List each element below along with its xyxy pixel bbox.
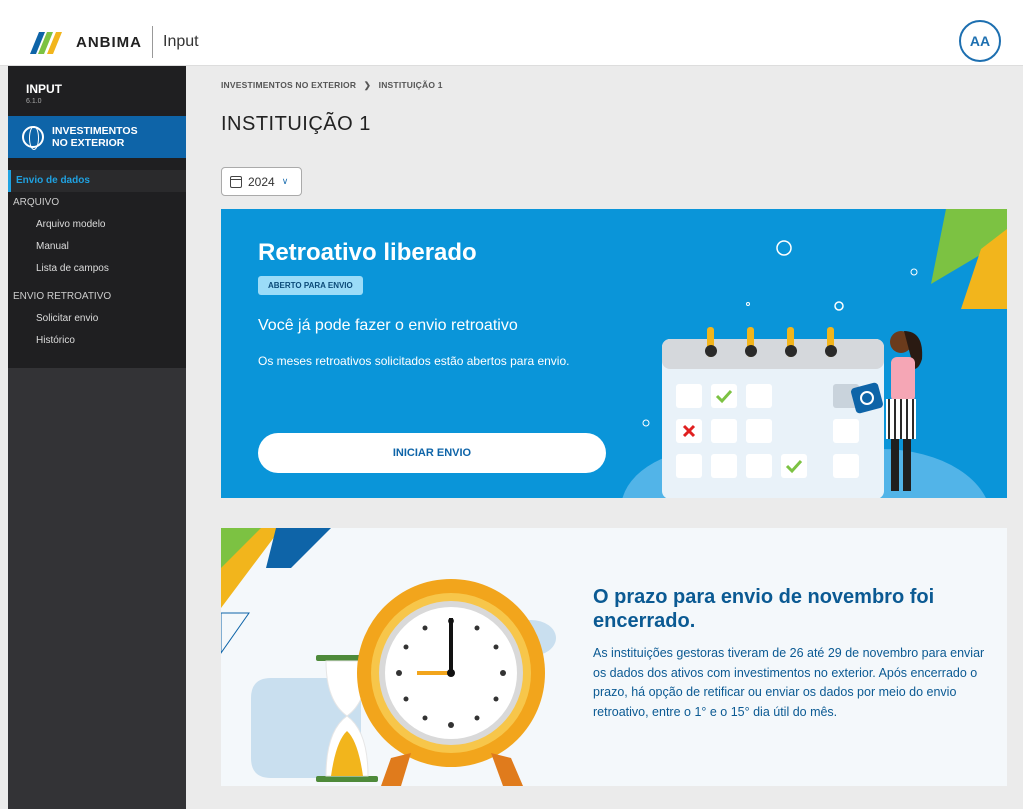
user-avatar[interactable]: AA <box>959 20 1001 62</box>
retroativo-title: Retroativo liberado <box>258 239 477 266</box>
year-value: 2024 <box>248 174 275 189</box>
status-badge: ABERTO PARA ENVIO <box>258 276 363 295</box>
logo-divider <box>152 26 153 58</box>
anbima-logo[interactable]: ANBIMA Input <box>30 26 199 58</box>
deadline-card: O prazo para envio de novembro foi encer… <box>221 528 1007 786</box>
module-investimentos-exterior[interactable]: INVESTIMENTOS NO EXTERIOR <box>8 116 186 158</box>
deadline-title: O prazo para envio de novembro foi encer… <box>593 586 935 632</box>
sidebar-item-arquivo-modelo[interactable]: Arquivo modelo <box>8 214 186 236</box>
retroativo-subtitle: Você já pode fazer o envio retroativo <box>258 317 518 334</box>
breadcrumb-item[interactable]: INVESTIMENTOS NO EXTERIOR <box>221 80 356 90</box>
sidebar-item-historico[interactable]: Histórico <box>8 330 186 352</box>
sidebar-section-envio-retroativo: ENVIO RETROATIVO <box>13 291 112 302</box>
globe-icon <box>22 126 44 150</box>
sidebar-item-solicitar-envio[interactable]: Solicitar envio <box>8 308 186 330</box>
page-title: INSTITUIÇÃO 1 <box>221 113 371 135</box>
year-select[interactable]: 2024 ∨ <box>221 167 302 196</box>
sidebar: INPUT 6.1.0 INVESTIMENTOS NO EXTERIOR En… <box>8 66 186 809</box>
top-header: ANBIMA Input AA <box>0 0 1023 66</box>
sidebar-app-title: INPUT 6.1.0 <box>8 66 186 116</box>
clock-hourglass-illustration <box>221 528 556 786</box>
chevron-down-icon: ∨ <box>281 176 289 186</box>
anbima-logo-icon <box>30 32 62 54</box>
calendar-illustration <box>622 209 1007 498</box>
deadline-text: As instituições gestoras tiveram de 26 a… <box>593 646 985 719</box>
calendar-icon <box>230 175 242 188</box>
breadcrumb-item: INSTITUIÇÃO 1 <box>378 80 443 90</box>
retroativo-card: Retroativo liberado ABERTO PARA ENVIO Vo… <box>221 209 1007 498</box>
module-label: INVESTIMENTOS NO EXTERIOR <box>52 125 138 149</box>
brand-name: ANBIMA <box>76 33 142 51</box>
breadcrumb: INVESTIMENTOS NO EXTERIOR ❯ INSTITUIÇÃO … <box>221 80 443 91</box>
retroativo-description: Os meses retroativos solicitados estão a… <box>258 354 570 368</box>
app-version: 6.1.0 <box>26 98 42 105</box>
iniciar-envio-button[interactable]: INICIAR ENVIO <box>258 433 606 473</box>
sidebar-section-arquivo: ARQUIVO <box>13 197 60 208</box>
sidebar-menu: INPUT 6.1.0 INVESTIMENTOS NO EXTERIOR En… <box>8 66 186 368</box>
sidebar-item-manual[interactable]: Manual <box>8 236 186 258</box>
chevron-right-icon: ❯ <box>363 80 372 90</box>
sidebar-item-lista-de-campos[interactable]: Lista de campos <box>8 258 186 280</box>
app-title: INPUT <box>26 82 62 96</box>
sidebar-item-envio-de-dados[interactable]: Envio de dados <box>8 170 186 192</box>
app-name: Input <box>163 33 199 50</box>
